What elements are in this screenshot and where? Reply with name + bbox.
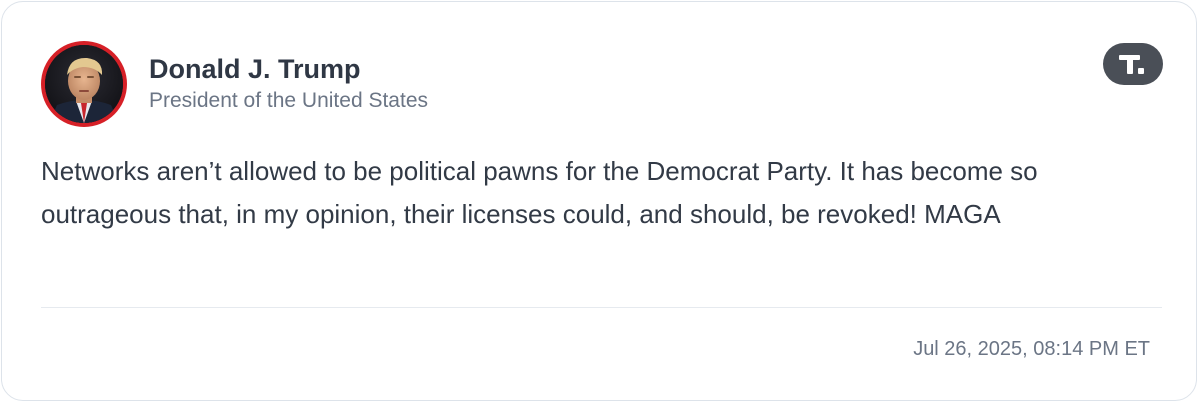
post-text: Networks aren’t allowed to be political … <box>41 156 1038 229</box>
author-title: President of the United States <box>149 89 428 112</box>
portrait-image <box>45 45 123 123</box>
avatar[interactable] <box>41 41 127 127</box>
truth-social-logo-icon[interactable] <box>1103 43 1163 85</box>
author-name[interactable]: Donald J. Trump <box>149 54 361 85</box>
post-timestamp[interactable]: Jul 26, 2025, 08:14 PM ET <box>913 338 1150 361</box>
avatar-photo <box>45 45 123 123</box>
logo-glyph <box>1119 55 1144 74</box>
divider <box>41 307 1162 308</box>
post-card: Donald J. Trump President of the United … <box>1 1 1197 401</box>
